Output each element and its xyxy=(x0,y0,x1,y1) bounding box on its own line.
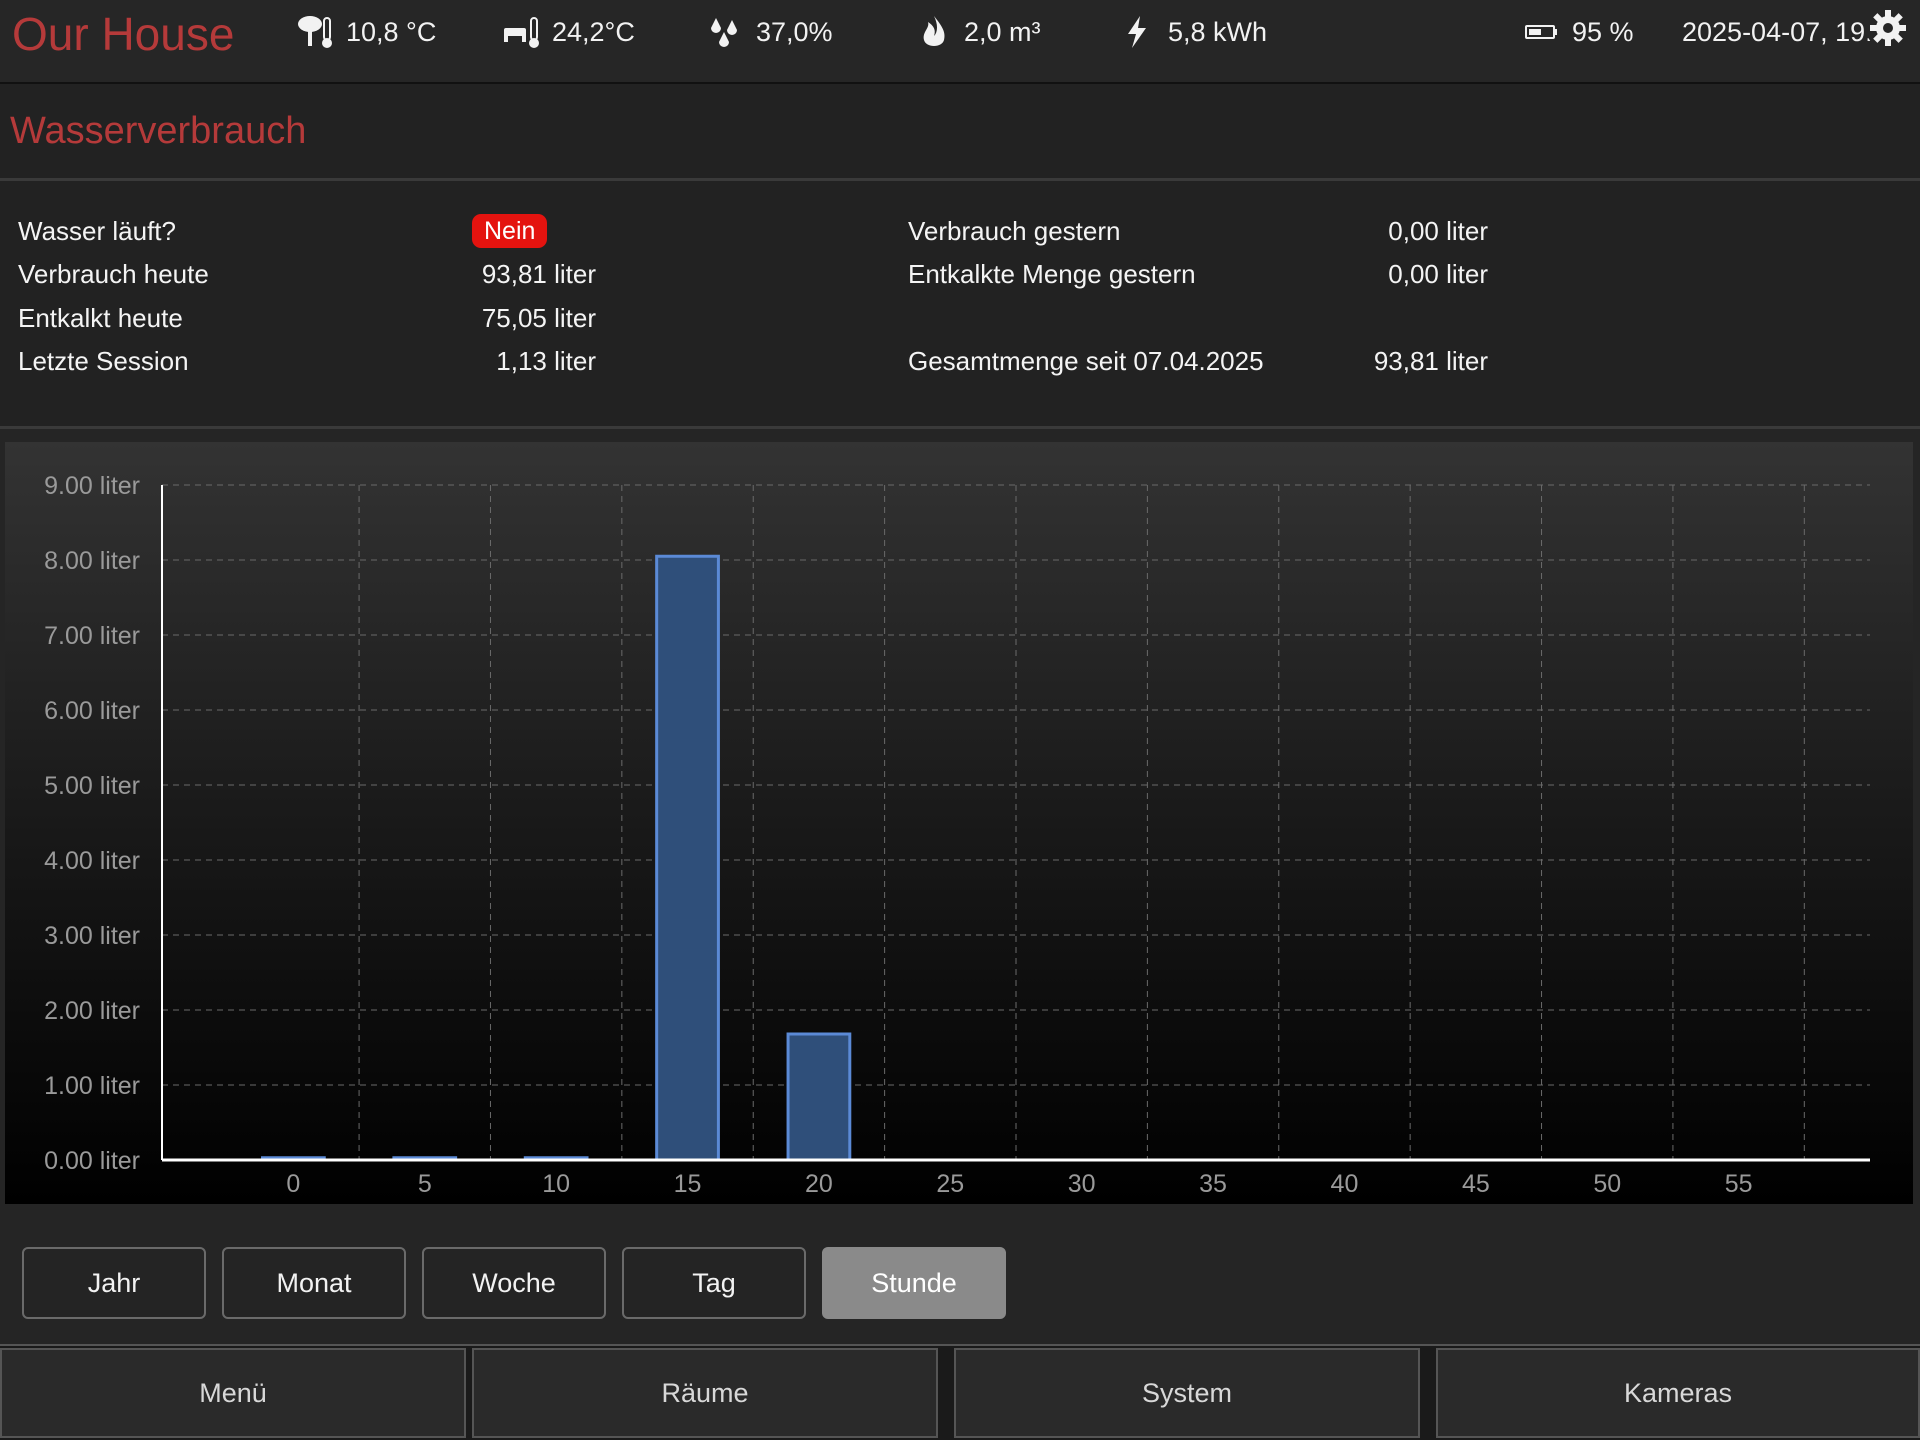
range-button-day[interactable]: Tag xyxy=(622,1247,806,1319)
y-tick-label: 9.00 liter xyxy=(44,472,140,500)
range-button-year[interactable]: Jahr xyxy=(22,1247,206,1319)
y-tick-label: 0.00 liter xyxy=(44,1147,140,1175)
last-session-value: 1,13 liter xyxy=(496,346,596,376)
y-tick-label: 2.00 liter xyxy=(44,997,140,1025)
yesterday-value: 0,00 liter xyxy=(1388,216,1488,246)
indoor-temperature-value: 24,2°C xyxy=(552,16,635,47)
decalcified-yesterday-label: Entkalkte Menge gestern xyxy=(908,259,1196,289)
total-value: 93,81 liter xyxy=(1373,346,1488,376)
indoor-temperature: 24,2°C xyxy=(502,12,635,52)
chart-bar xyxy=(786,1032,852,1162)
range-button-week[interactable]: Woche xyxy=(422,1247,606,1319)
water-running-badge: Nein xyxy=(472,214,548,248)
lightning-icon xyxy=(1128,16,1146,48)
gear-icon xyxy=(1870,10,1906,46)
page-title: Wasserverbrauch xyxy=(10,110,307,152)
today-label: Verbrauch heute xyxy=(18,259,209,289)
outdoor-temperature-value: 10,8 °C xyxy=(346,16,437,47)
x-tick-label: 30 xyxy=(1068,1170,1096,1198)
status-bar: Our House 10,8 °C 24,2°C 37,0% 2,0 m³ 5,… xyxy=(0,0,1920,84)
y-tick-label: 6.00 liter xyxy=(44,697,140,725)
water-usage-chart: 0.00 liter 1.00 liter 2.00 liter 3.00 liter… xyxy=(5,442,1913,1204)
humidity: 37,0% xyxy=(706,12,833,52)
power-consumption: 5,8 kWh xyxy=(1118,12,1267,52)
x-tick-label: 45 xyxy=(1462,1170,1490,1198)
chart-canvas: 0.00 liter 1.00 liter 2.00 liter 3.00 liter… xyxy=(44,472,1870,1198)
bottom-navigation: Menü Räume System Kameras xyxy=(0,1344,1920,1440)
battery-status: 95 % xyxy=(1522,12,1634,52)
humidity-value: 37,0% xyxy=(756,16,833,47)
nav-cameras[interactable]: Kameras xyxy=(1436,1348,1920,1438)
app-brand: Our House xyxy=(12,8,235,60)
chart-bar xyxy=(655,554,720,1162)
today-value: 93,81 liter xyxy=(481,259,596,289)
power-value: 5,8 kWh xyxy=(1168,16,1268,47)
nav-menu[interactable]: Menü xyxy=(0,1348,466,1438)
last-session-label: Letzte Session xyxy=(18,346,189,376)
x-tick-label: 20 xyxy=(805,1170,833,1198)
x-tick-label: 55 xyxy=(1725,1170,1753,1198)
y-tick-label: 3.00 liter xyxy=(44,922,140,950)
x-tick-label: 10 xyxy=(542,1170,570,1198)
y-tick-label: 1.00 liter xyxy=(44,1072,140,1100)
total-label: Gesamtmenge seit 07.04.2025 xyxy=(908,346,1264,376)
water-running-label: Wasser läuft? xyxy=(18,216,176,246)
section-header: Wasserverbrauch xyxy=(0,84,1920,181)
nav-system[interactable]: System xyxy=(954,1348,1420,1438)
water-info-panel: Wasser läuft? Nein Verbrauch heute 93,81… xyxy=(0,181,1920,429)
battery-icon xyxy=(1525,25,1557,39)
x-tick-label: 25 xyxy=(936,1170,964,1198)
y-tick-label: 5.00 liter xyxy=(44,772,140,800)
y-tick-label: 8.00 liter xyxy=(44,547,140,575)
datetime: 2025-04-07, 19: xyxy=(1682,12,1873,52)
range-button-month[interactable]: Monat xyxy=(222,1247,406,1319)
yesterday-label: Verbrauch gestern xyxy=(908,216,1121,246)
x-tick-label: 50 xyxy=(1593,1170,1621,1198)
nav-rooms[interactable]: Räume xyxy=(472,1348,938,1438)
x-tick-label: 15 xyxy=(674,1170,702,1198)
decalcified-yesterday-value: 0,00 liter xyxy=(1388,259,1488,289)
outdoor-temperature: 10,8 °C xyxy=(296,12,436,52)
decalcified-today-label: Entkalkt heute xyxy=(18,303,183,333)
x-tick-label: 35 xyxy=(1199,1170,1227,1198)
water-drops-icon xyxy=(711,18,737,48)
decalcified-today-value: 75,05 liter xyxy=(481,303,596,333)
settings-button[interactable] xyxy=(1866,6,1910,50)
battery-value: 95 % xyxy=(1572,16,1634,47)
flame-icon xyxy=(923,16,945,46)
sofa-thermometer-icon xyxy=(504,17,539,48)
y-tick-label: 4.00 liter xyxy=(44,847,140,875)
datetime-value: 2025-04-07, 19: xyxy=(1682,16,1873,47)
y-tick-label: 7.00 liter xyxy=(44,622,140,650)
x-tick-label: 5 xyxy=(418,1170,432,1198)
x-tick-label: 40 xyxy=(1331,1170,1359,1198)
gas-value: 2,0 m³ xyxy=(964,16,1041,47)
x-tick-label: 0 xyxy=(286,1170,300,1198)
gas-consumption: 2,0 m³ xyxy=(914,12,1041,52)
tree-thermometer-icon xyxy=(298,16,332,48)
range-button-hour[interactable]: Stunde xyxy=(822,1247,1006,1319)
